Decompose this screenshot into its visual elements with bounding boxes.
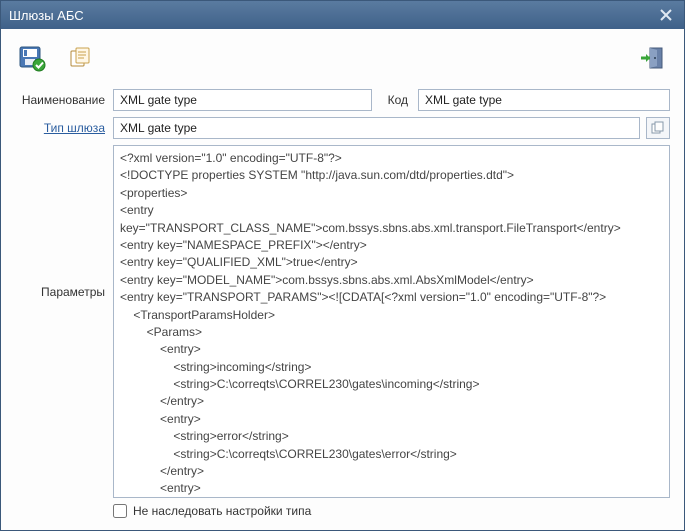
gate-type-picker-button[interactable] [646,117,670,139]
exit-door-icon [639,45,667,71]
close-icon[interactable] [656,5,676,25]
label-inherit: Не наследовать настройки типа [133,504,311,518]
titlebar: Шлюзы АБС [1,1,684,29]
label-code: Код [378,93,412,107]
label-params: Параметры [15,145,107,498]
params-textarea[interactable]: <?xml version="1.0" encoding="UTF-8"?> <… [113,145,670,498]
label-gate-type[interactable]: Тип шлюза [15,121,107,135]
save-button[interactable] [15,42,49,74]
gate-type-input[interactable] [113,117,640,139]
code-input[interactable] [418,89,670,111]
toolbar [15,39,670,83]
copy-icon [67,45,93,71]
dialog-body: Наименование Код Тип шлюза Параметры <?x… [1,29,684,530]
inherit-checkbox[interactable] [113,504,127,518]
params-content: <?xml version="1.0" encoding="UTF-8"?> <… [114,146,669,498]
row-inherit: Не наследовать настройки типа [113,498,670,518]
copy-button[interactable] [63,42,97,74]
name-input[interactable] [113,89,372,111]
row-gate-type: Тип шлюза [15,117,670,139]
row-name: Наименование Код [15,89,670,111]
window-title: Шлюзы АБС [9,8,656,23]
label-name: Наименование [15,93,107,107]
row-params: Параметры <?xml version="1.0" encoding="… [15,145,670,498]
save-check-icon [17,44,47,72]
copy-small-icon [650,121,666,135]
exit-button[interactable] [636,42,670,74]
